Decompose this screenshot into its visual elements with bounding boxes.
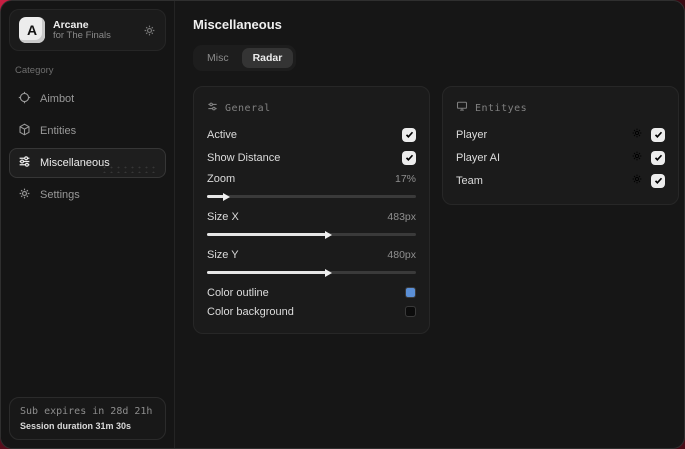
size-y-slider[interactable] [207, 268, 416, 277]
slider-label: Size Y [207, 249, 239, 261]
mini-sliders-icon [207, 99, 218, 117]
entity-row-player-ai: Player AI [456, 146, 665, 169]
zoom-slider[interactable] [207, 192, 416, 201]
sidebar-item-miscellaneous[interactable]: Miscellaneous [9, 148, 166, 178]
slider-value: 480px [387, 249, 416, 261]
entity-label: Team [456, 174, 483, 187]
size-y-slider-group: Size Y 480px [207, 245, 416, 277]
toggle-label: Active [207, 128, 237, 141]
gear-icon [18, 187, 31, 203]
color-outline-row: Color outline [207, 283, 416, 302]
app-subtitle: for The Finals [53, 29, 111, 41]
background-color-swatch[interactable] [405, 306, 416, 317]
color-background-row: Color background [207, 302, 416, 321]
slider-value: 17% [394, 173, 416, 185]
color-label: Color background [207, 305, 294, 318]
sidebar-item-entities[interactable]: Entities [9, 116, 166, 146]
entities-panel-header: Entityes [456, 99, 665, 117]
sidebar-item-aimbot[interactable]: Aimbot [9, 84, 166, 114]
general-panel: General Active Show Distance Zoom 17% Si… [193, 86, 430, 334]
player-ai-settings-gear-icon[interactable] [631, 149, 643, 167]
profile-meta: Arcane for The Finals [53, 19, 135, 42]
size-x-slider[interactable] [207, 230, 416, 239]
category-label: Category [15, 65, 54, 76]
entity-label: Player AI [456, 151, 501, 164]
slider-label: Size X [207, 211, 239, 223]
slider-value: 483px [387, 211, 416, 223]
panels-row: General Active Show Distance Zoom 17% Si… [193, 86, 679, 334]
tab-bar: Misc Radar [193, 45, 297, 71]
entity-row-team: Team [456, 169, 665, 192]
sidebar-item-label: Entities [40, 125, 77, 137]
app-window: A Arcane for The Finals Category Aimbot … [0, 0, 685, 449]
player-checkbox[interactable] [651, 127, 665, 142]
slider-thumb[interactable] [325, 268, 333, 277]
subscription-card: Sub expires in 28d 21h Session duration … [9, 397, 166, 440]
sidebar-item-label: Settings [40, 189, 80, 201]
team-settings-gear-icon[interactable] [631, 172, 643, 190]
color-label: Color outline [207, 286, 269, 299]
entities-panel: Entityes Player Player AI Team [442, 86, 679, 205]
entity-row-player: Player [456, 123, 665, 146]
team-checkbox[interactable] [651, 173, 665, 188]
sidebar: A Arcane for The Finals Category Aimbot … [1, 1, 175, 448]
app-logo: A [19, 17, 45, 43]
slider-thumb[interactable] [325, 230, 333, 239]
slider-fill [207, 192, 230, 201]
toggle-row-active: Active [207, 123, 416, 146]
size-x-slider-group: Size X 483px [207, 207, 416, 239]
slider-fill [207, 268, 333, 277]
session-duration-text: Session duration 31m 30s [20, 421, 132, 431]
sidebar-nav: Aimbot Entities Miscellaneous Settings [9, 84, 166, 210]
main-content: Miscellaneous Misc Radar General Active … [175, 1, 684, 448]
sidebar-item-label: Aimbot [40, 93, 75, 105]
tab-radar[interactable]: Radar [241, 48, 294, 68]
outline-color-swatch[interactable] [405, 287, 416, 298]
tab-misc[interactable]: Misc [196, 48, 240, 68]
page-title: Miscellaneous [193, 17, 282, 32]
entity-label: Player [456, 128, 488, 141]
monitor-icon [456, 99, 468, 117]
sidebar-item-label: Miscellaneous [40, 157, 110, 169]
slider-fill [207, 230, 333, 239]
player-ai-checkbox[interactable] [651, 150, 665, 165]
profile-gear-icon[interactable] [143, 24, 156, 37]
general-panel-title: General [225, 102, 271, 114]
show-distance-checkbox[interactable] [402, 150, 416, 165]
app-title: Arcane [53, 18, 89, 31]
general-panel-header: General [207, 99, 416, 117]
player-settings-gear-icon[interactable] [631, 126, 643, 144]
cube-icon [18, 123, 31, 139]
crosshair-icon [18, 91, 31, 107]
sub-expires-text: Sub expires in 28d 21h [20, 406, 153, 417]
active-checkbox[interactable] [402, 127, 416, 142]
entities-panel-title: Entityes [475, 102, 528, 114]
slider-label: Zoom [207, 173, 236, 185]
toggle-label: Show Distance [207, 151, 281, 164]
toggle-row-show-distance: Show Distance [207, 146, 416, 169]
profile-card: A Arcane for The Finals [9, 9, 166, 51]
sidebar-item-settings[interactable]: Settings [9, 180, 166, 210]
slider-thumb[interactable] [222, 192, 230, 201]
zoom-slider-group: Zoom 17% [207, 169, 416, 201]
sliders-icon [18, 155, 31, 171]
